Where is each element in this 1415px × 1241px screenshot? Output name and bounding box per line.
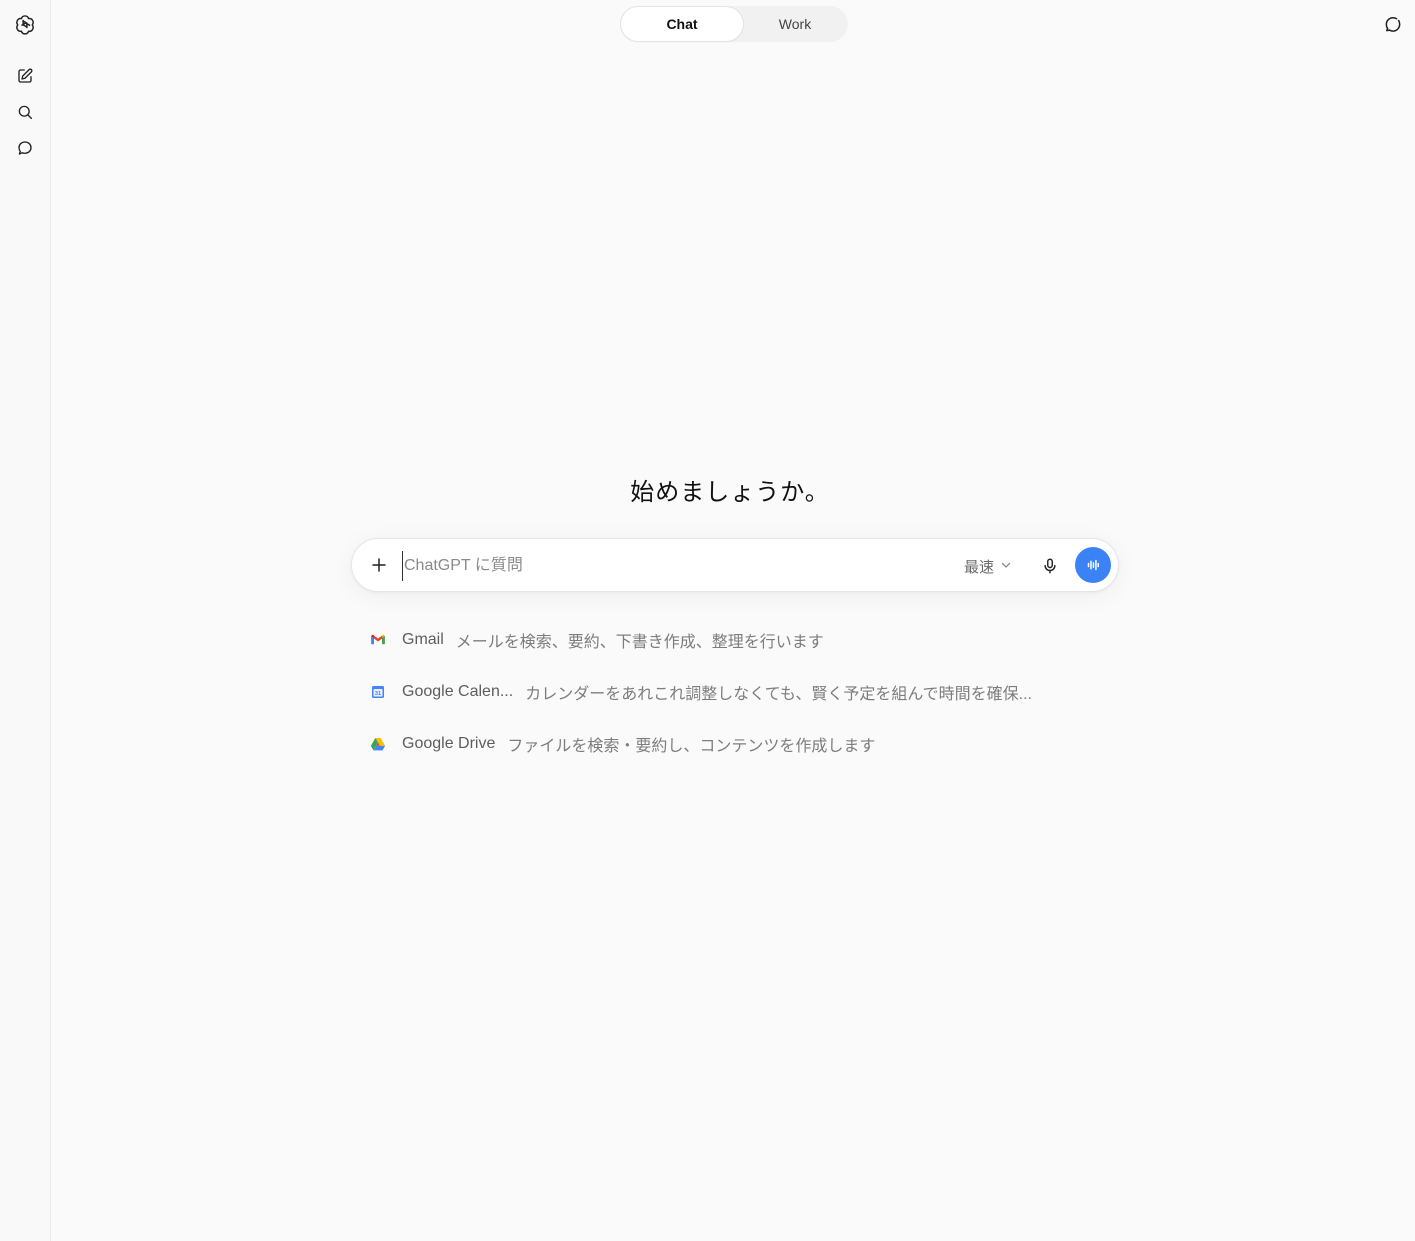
composer: 最速 (351, 538, 1119, 592)
tab-work[interactable]: Work (743, 7, 847, 41)
temporary-chat-icon[interactable] (1382, 13, 1404, 35)
tab-chat[interactable]: Chat (621, 7, 743, 41)
suggestion-description: メールを検索、要約、下書き作成、整理を行います (455, 634, 824, 651)
suggestion-description: カレンダーをあれこれ調整しなくても、賢く予定を組んで時間を確保... (525, 686, 1032, 703)
page-title: 始めましょうか。 (630, 479, 830, 506)
microphone-button[interactable] (1037, 553, 1063, 579)
sidebar (0, 0, 51, 1241)
suggestion-name: Google Drive (402, 735, 496, 752)
search-icon[interactable] (13, 100, 37, 124)
prompt-input[interactable] (402, 551, 946, 581)
new-chat-icon[interactable] (13, 64, 37, 88)
suggestion-name: Gmail (402, 631, 444, 648)
chevron-down-icon (1000, 558, 1012, 575)
voice-mode-button[interactable] (1075, 547, 1111, 583)
model-selector[interactable]: 最速 (964, 553, 1012, 579)
add-attachment-button[interactable] (366, 552, 392, 578)
suggestion-google-calendar[interactable]: 31 Google Calen... カレンダーをあれこれ調整しなくても、賢く予… (366, 672, 1106, 712)
svg-text:31: 31 (375, 691, 381, 697)
gmail-icon (368, 630, 388, 650)
chat-bubble-icon[interactable] (13, 136, 37, 160)
connector-suggestions: Gmail メールを検索、要約、下書き作成、整理を行います 31 Google … (366, 620, 1106, 776)
model-label: 最速 (964, 558, 995, 576)
suggestion-google-drive[interactable]: Google Drive ファイルを検索・要約し、コンテンツを作成します (366, 724, 1106, 764)
suggestion-gmail[interactable]: Gmail メールを検索、要約、下書き作成、整理を行います (366, 620, 1106, 660)
google-drive-icon (368, 734, 388, 754)
suggestion-name: Google Calen... (402, 683, 514, 700)
google-calendar-icon: 31 (368, 682, 388, 702)
mode-toggle: Chat Work (620, 6, 848, 42)
openai-logo-icon[interactable] (13, 12, 37, 36)
suggestion-description: ファイルを検索・要約し、コンテンツを作成します (507, 738, 876, 755)
